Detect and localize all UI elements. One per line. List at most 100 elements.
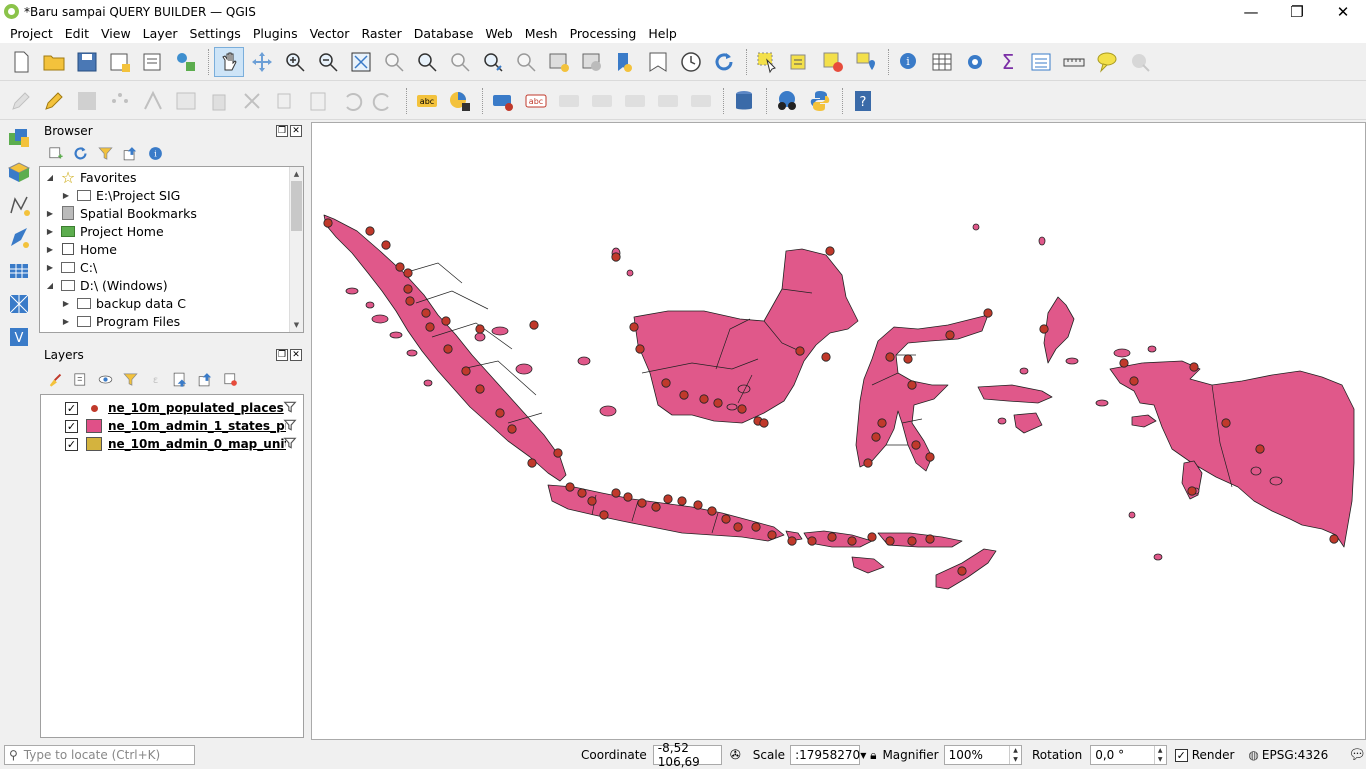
field-calculator-icon[interactable] bbox=[1026, 47, 1056, 77]
select-features-icon[interactable] bbox=[752, 47, 782, 77]
zoom-native-icon[interactable] bbox=[445, 47, 475, 77]
messages-icon[interactable]: 💬︎ bbox=[1348, 747, 1366, 763]
layer-row[interactable]: ✓ ne_10m_admin_0_map_units copy bbox=[41, 435, 303, 453]
statistics-sum-icon[interactable]: Σ bbox=[993, 47, 1023, 77]
label-hide-icon[interactable] bbox=[686, 86, 716, 116]
label-move-icon[interactable] bbox=[587, 86, 617, 116]
label-change-icon[interactable] bbox=[653, 86, 683, 116]
browser-item[interactable]: ▶ Project Home bbox=[40, 222, 303, 240]
chevron-right-icon[interactable]: ▶ bbox=[60, 317, 72, 326]
measure-icon[interactable] bbox=[1059, 47, 1089, 77]
browser-item[interactable]: ◢ ☆ Favorites bbox=[40, 168, 303, 187]
map-svg[interactable] bbox=[312, 123, 1365, 739]
browser-scrollbar[interactable]: ▲ ▼ bbox=[289, 167, 303, 332]
modify-attributes-icon[interactable] bbox=[171, 86, 201, 116]
zoom-last-icon[interactable] bbox=[478, 47, 508, 77]
add-mesh-icon[interactable] bbox=[4, 289, 34, 319]
browser-item[interactable]: ▶ Spatial Bookmarks bbox=[40, 204, 303, 222]
magnifier-stepper[interactable]: 100% ▲ ▼ bbox=[943, 745, 1022, 765]
copy-features-icon[interactable] bbox=[270, 86, 300, 116]
open-project-icon[interactable] bbox=[39, 47, 69, 77]
label-pin-icon[interactable] bbox=[488, 86, 518, 116]
toggle-editing-icon[interactable] bbox=[39, 86, 69, 116]
zoom-to-layer-icon[interactable] bbox=[412, 47, 442, 77]
menu-help[interactable]: Help bbox=[642, 26, 683, 41]
menu-processing[interactable]: Processing bbox=[564, 26, 643, 41]
add-selected-layers-icon[interactable] bbox=[44, 142, 66, 164]
save-project-icon[interactable] bbox=[72, 47, 102, 77]
add-vector-layer-icon[interactable] bbox=[4, 157, 34, 187]
toggle-extents-icon[interactable]: ✇ bbox=[730, 748, 741, 763]
render-checkbox[interactable]: ✓ bbox=[1174, 748, 1188, 762]
browser-item[interactable]: ▶ E:\Project SIG bbox=[40, 186, 303, 204]
zoom-full-icon[interactable] bbox=[346, 47, 376, 77]
digitize-pen-icon[interactable] bbox=[4, 223, 34, 253]
layer-row[interactable]: ✓ ne_10m_admin_1_states_provinces bbox=[41, 417, 303, 435]
deselect-icon[interactable] bbox=[818, 47, 848, 77]
browser-item[interactable]: ▶ C:\ bbox=[40, 258, 303, 276]
filter-icon[interactable] bbox=[283, 400, 297, 417]
chevron-right-icon[interactable]: ▶ bbox=[44, 209, 56, 218]
add-virtual-layer-icon[interactable]: V bbox=[4, 322, 34, 352]
chevron-down-icon[interactable]: ◢ bbox=[44, 281, 56, 290]
chevron-right-icon[interactable]: ▶ bbox=[44, 263, 56, 272]
chevron-right-icon[interactable]: ▶ bbox=[44, 227, 56, 236]
database-icon[interactable] bbox=[729, 86, 759, 116]
cut-features-icon[interactable] bbox=[237, 86, 267, 116]
menu-plugins[interactable]: Plugins bbox=[247, 26, 304, 41]
digitize-vertex-icon[interactable] bbox=[4, 190, 34, 220]
collapse-all-icon[interactable] bbox=[119, 142, 141, 164]
browser-item[interactable]: ▶ Program Files bbox=[40, 312, 303, 330]
map-tips-icon[interactable] bbox=[610, 47, 640, 77]
close-button[interactable]: ✕ bbox=[1320, 0, 1366, 23]
float-panel-button[interactable]: ❐ bbox=[276, 349, 288, 361]
layer-visibility-checkbox[interactable]: ✓ bbox=[65, 419, 78, 433]
menu-raster[interactable]: Raster bbox=[355, 26, 407, 41]
menu-view[interactable]: View bbox=[95, 26, 137, 41]
filter-icon[interactable] bbox=[283, 436, 297, 453]
collapse-all-icon[interactable] bbox=[194, 368, 216, 390]
locator-bar[interactable]: ⚲ Type to locate (Ctrl+K) bbox=[4, 745, 195, 765]
info-icon[interactable]: i bbox=[144, 142, 166, 164]
close-panel-button[interactable]: ✕ bbox=[290, 125, 302, 137]
select-by-value-icon[interactable] bbox=[785, 47, 815, 77]
pan-to-selection-icon[interactable] bbox=[247, 47, 277, 77]
zoom-next-icon[interactable] bbox=[511, 47, 541, 77]
add-raster-icon[interactable] bbox=[4, 256, 34, 286]
pan-icon[interactable] bbox=[214, 46, 244, 77]
new-project-icon[interactable] bbox=[6, 47, 36, 77]
settings-gear-icon[interactable] bbox=[960, 47, 990, 77]
crs-button[interactable]: EPSG:4326 bbox=[1262, 748, 1328, 762]
layer-visibility-checkbox[interactable]: ✓ bbox=[65, 401, 78, 415]
menu-database[interactable]: Database bbox=[408, 26, 480, 41]
menu-edit[interactable]: Edit bbox=[59, 26, 95, 41]
manage-map-themes-icon[interactable] bbox=[94, 368, 116, 390]
filter-icon[interactable] bbox=[283, 418, 297, 435]
menu-settings[interactable]: Settings bbox=[184, 26, 247, 41]
vertex-tool-icon[interactable] bbox=[138, 86, 168, 116]
zoom-out-icon[interactable] bbox=[313, 47, 343, 77]
lock-scale-icon[interactable]: 🔒︎ bbox=[870, 748, 876, 763]
rotation-stepper[interactable]: 0,0 ° ▲ ▼ bbox=[1090, 745, 1167, 765]
zoom-in-icon[interactable] bbox=[280, 47, 310, 77]
add-group-icon[interactable] bbox=[69, 368, 91, 390]
show-bookmarks-icon[interactable] bbox=[577, 47, 607, 77]
help-icon[interactable]: ? bbox=[848, 86, 878, 116]
minimize-button[interactable]: — bbox=[1228, 0, 1274, 23]
expand-all-icon[interactable] bbox=[169, 368, 191, 390]
float-panel-button[interactable]: ❐ bbox=[276, 125, 288, 137]
chevron-right-icon[interactable]: ▶ bbox=[60, 299, 72, 308]
select-location-icon[interactable] bbox=[851, 47, 881, 77]
menu-layer[interactable]: Layer bbox=[137, 26, 184, 41]
label-rotate-icon[interactable] bbox=[620, 86, 650, 116]
delete-selected-icon[interactable] bbox=[204, 86, 234, 116]
menu-project[interactable]: Project bbox=[4, 26, 59, 41]
paste-features-icon[interactable] bbox=[303, 86, 333, 116]
layer-visibility-checkbox[interactable]: ✓ bbox=[65, 437, 78, 451]
chevron-right-icon[interactable]: ▶ bbox=[60, 191, 72, 200]
current-edits-icon[interactable] bbox=[6, 86, 36, 116]
menu-web[interactable]: Web bbox=[479, 26, 518, 41]
coordinate-field[interactable]: -8,52 106,69 bbox=[652, 741, 722, 769]
attribute-table-icon[interactable] bbox=[927, 47, 957, 77]
plugin-icon[interactable] bbox=[1125, 47, 1155, 77]
